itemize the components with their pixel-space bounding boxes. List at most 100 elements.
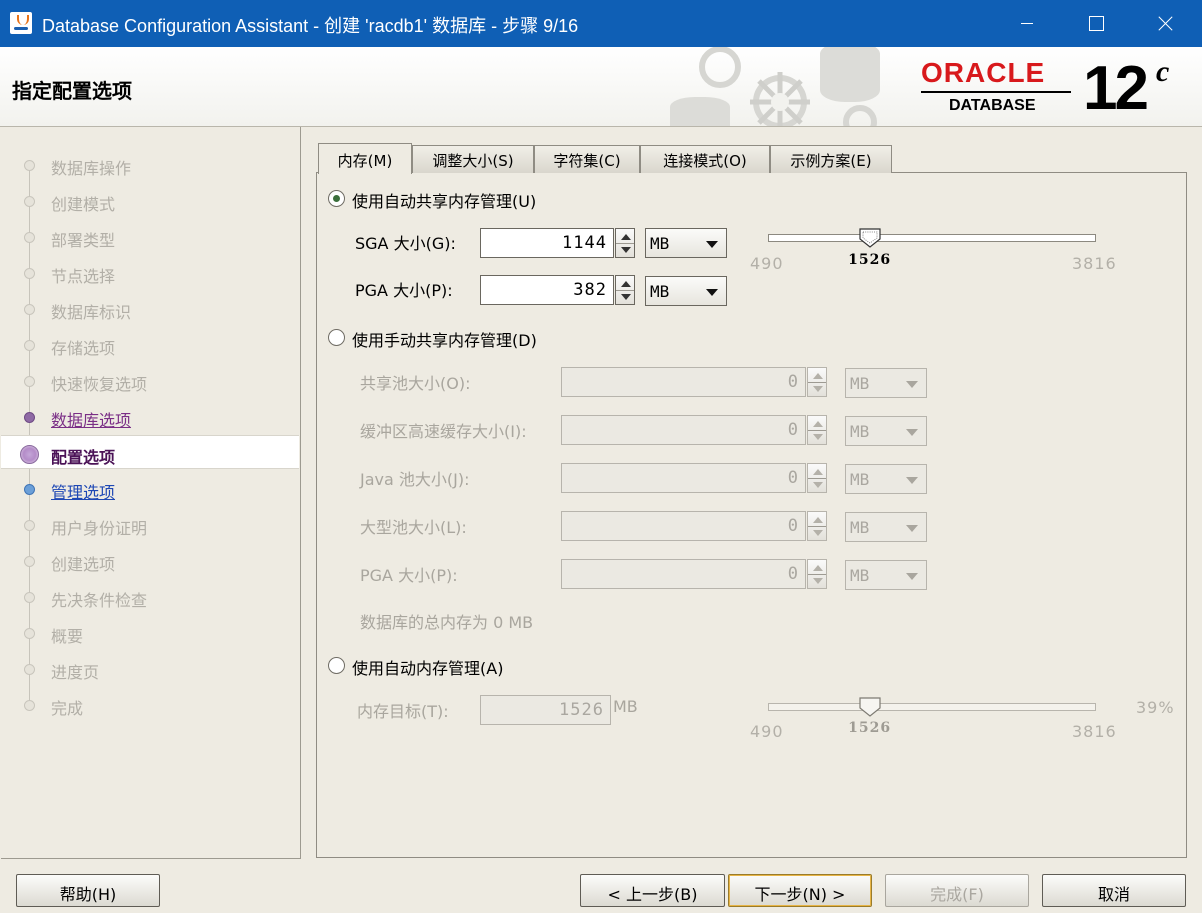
step-item: 数据库标识 [1, 291, 299, 325]
step-label: 进度页 [51, 663, 100, 682]
manual-field-unit-select[interactable]: MB [845, 416, 927, 446]
manual-field-input[interactable]: 0 [561, 559, 806, 589]
amm-slider-thumb[interactable] [859, 697, 881, 717]
window-title: Database Configuration Assistant - 创建 'r… [42, 16, 579, 36]
step-label: 部署类型 [51, 231, 116, 250]
step-dot-icon [24, 412, 35, 423]
step-item[interactable]: 数据库选项 [1, 399, 299, 433]
amm-label: 使用自动内存管理(A) [352, 659, 504, 678]
asmm-slider-max: 3816 [1072, 254, 1117, 273]
step-item: 存储选项 [1, 327, 299, 361]
step-item: 创建选项 [1, 543, 299, 577]
manual-field-input[interactable]: 0 [561, 415, 806, 445]
step-dot-icon [24, 664, 35, 675]
steps-sidebar: 数据库操作创建模式部署类型节点选择数据库标识存储选项快速恢复选项 数据库选项配置选… [1, 127, 301, 859]
manual-label: 使用手动共享内存管理(D) [352, 331, 537, 350]
tab-item[interactable]: 调整大小(S) [412, 145, 534, 173]
tab-item[interactable]: 连接模式(O) [640, 145, 770, 173]
step-dot-icon [24, 160, 35, 171]
manual-field-unit-select[interactable]: MB [845, 560, 927, 590]
asmm-radio[interactable] [328, 190, 345, 207]
asmm-slider-min: 490 [750, 254, 784, 273]
asmm-memory-slider[interactable] [768, 234, 1096, 242]
pga-size-input[interactable]: 382 [480, 275, 614, 305]
step-item: 部署类型 [1, 219, 299, 253]
manual-field-spinner[interactable] [807, 511, 827, 541]
asmm-slider-thumb[interactable] [859, 228, 881, 248]
sga-size-input[interactable]: 1144 [480, 228, 614, 258]
minimize-button[interactable] [991, 0, 1061, 47]
sga-size-spinner[interactable] [615, 228, 635, 258]
maximize-button[interactable] [1061, 0, 1131, 47]
step-dot-icon [24, 232, 35, 243]
manual-field-input[interactable]: 0 [561, 367, 806, 397]
step-item: 数据库操作 [1, 147, 299, 181]
manual-field-input[interactable]: 0 [561, 463, 806, 493]
sga-unit-select[interactable]: MB [645, 228, 727, 258]
step-label: 快速恢复选项 [51, 375, 148, 394]
manual-radio[interactable] [328, 329, 345, 346]
amm-radio[interactable] [328, 657, 345, 674]
step-item[interactable]: 配置选项 [1, 435, 299, 469]
pga-unit-select[interactable]: MB [645, 276, 727, 306]
amm-percent: 39% [1136, 698, 1175, 717]
tab-item[interactable]: 示例方案(E) [770, 145, 892, 173]
step-dot-icon [24, 304, 35, 315]
manual-field-label: 缓冲区高速缓存大小(I): [360, 422, 527, 441]
tab-item[interactable]: 字符集(C) [534, 145, 640, 173]
manual-field-unit-select[interactable]: MB [845, 512, 927, 542]
step-label: 概要 [51, 627, 84, 646]
step-label: 数据库选项 [51, 411, 132, 430]
step-label: 创建模式 [51, 195, 116, 214]
step-dot-icon [24, 196, 35, 207]
step-label: 创建选项 [51, 555, 116, 574]
memory-target-input[interactable]: 1526 [480, 695, 611, 725]
close-button[interactable] [1131, 0, 1201, 47]
step-label: 配置选项 [51, 448, 116, 467]
manual-field-unit-select[interactable]: MB [845, 368, 927, 398]
step-dot-icon [24, 268, 35, 279]
manual-field-label: PGA 大小(P): [360, 566, 458, 585]
manual-field-spinner[interactable] [807, 559, 827, 589]
header-banner: 指定配置选项 ORACLE DATABASE 12 c [0, 47, 1202, 127]
step-item: 概要 [1, 615, 299, 649]
step-item: 节点选择 [1, 255, 299, 289]
amm-slider-min: 490 [750, 722, 784, 741]
help-button[interactable]: 帮助(H) [16, 874, 160, 907]
page-title: 指定配置选项 [12, 79, 132, 103]
manual-field-label: 大型池大小(L): [360, 518, 467, 537]
step-label: 数据库操作 [51, 159, 132, 178]
step-dot-icon [24, 556, 35, 567]
manual-field-spinner[interactable] [807, 463, 827, 493]
step-label: 完成 [51, 699, 84, 718]
next-button[interactable]: 下一步(N) > [728, 874, 872, 907]
amm-memory-slider[interactable] [768, 703, 1096, 711]
step-item[interactable]: 管理选项 [1, 471, 299, 505]
amm-slider-value: 1526 [848, 720, 892, 736]
step-dot-icon [24, 340, 35, 351]
step-item: 创建模式 [1, 183, 299, 217]
pga-size-label: PGA 大小(P): [355, 281, 453, 300]
step-item: 完成 [1, 687, 299, 721]
gears-graphic-icon [670, 47, 880, 126]
pga-size-spinner[interactable] [615, 275, 635, 305]
asmm-label: 使用自动共享内存管理(U) [352, 192, 537, 211]
memory-target-unit: MB [613, 697, 638, 716]
manual-field-label: Java 池大小(J): [360, 470, 470, 489]
manual-field-spinner[interactable] [807, 415, 827, 445]
step-label: 数据库标识 [51, 303, 132, 322]
finish-button[interactable]: 完成(F) [885, 874, 1029, 907]
cancel-button[interactable]: 取消 [1042, 874, 1186, 907]
step-label: 用户身份证明 [51, 519, 148, 538]
back-button[interactable]: < 上一步(B) [580, 874, 725, 907]
step-item: 快速恢复选项 [1, 363, 299, 397]
manual-field-unit-select[interactable]: MB [845, 464, 927, 494]
manual-field-input[interactable]: 0 [561, 511, 806, 541]
step-dot-icon [24, 376, 35, 387]
manual-field-spinner[interactable] [807, 367, 827, 397]
tab-item[interactable]: 内存(M) [318, 143, 412, 174]
step-dot-icon [24, 592, 35, 603]
amm-slider-max: 3816 [1072, 722, 1117, 741]
step-dot-icon [24, 484, 35, 495]
step-dot-icon [24, 628, 35, 639]
